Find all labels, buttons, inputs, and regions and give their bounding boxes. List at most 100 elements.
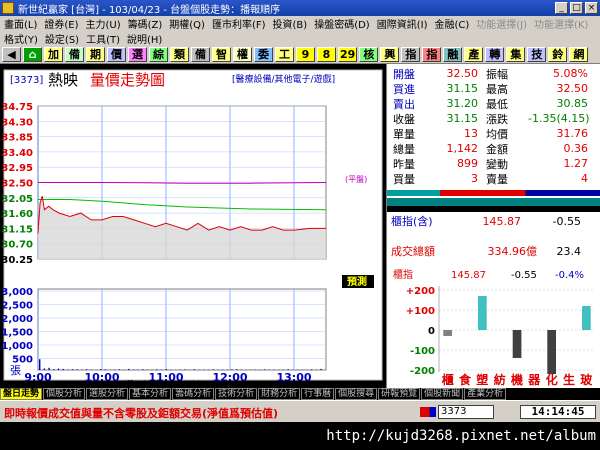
menu-item[interactable]: 說明(H) [127, 31, 162, 46]
bottom-tab[interactable]: 選股分析 [86, 388, 129, 400]
toolbar-button[interactable]: 權 [233, 47, 252, 62]
bottom-tab[interactable]: 個股分析 [43, 388, 86, 400]
maximize-button[interactable]: □ [570, 2, 583, 14]
sector-name[interactable]: 塑 [476, 372, 488, 387]
volume-bar [100, 369, 102, 370]
minimize-button[interactable]: _ [555, 2, 568, 14]
toolbar-button[interactable]: 備 [191, 47, 210, 62]
sector-name[interactable]: 生 [563, 372, 575, 387]
quote-label: 開盤 [393, 67, 415, 81]
menu-item[interactable]: 工具(T) [86, 31, 120, 46]
price-tick-label: 34.75 [1, 102, 33, 113]
bottom-tab[interactable]: 盤日走勢 [0, 388, 43, 400]
turnover-label: 成交總額 [391, 245, 435, 258]
toolbar-button[interactable]: 鈴 [548, 47, 568, 62]
bottom-tab[interactable]: 研報預覽 [378, 388, 421, 400]
bottom-tab[interactable]: 個股新聞 [421, 388, 464, 400]
quote-label: 最低 [486, 97, 508, 111]
stock-code-input[interactable]: 3373 [438, 405, 494, 419]
quote-value: 32.50 [446, 67, 479, 80]
sector-name[interactable]: 櫃 [442, 372, 454, 387]
toolbar-button[interactable]: 技 [527, 47, 547, 62]
quote-value: 31.15 [446, 112, 479, 125]
quote-value: 32.50 [556, 82, 589, 95]
menu-item[interactable]: 畫面(L) [4, 16, 37, 31]
menu-item[interactable]: 證券(E) [44, 16, 78, 31]
toolbar-button[interactable]: 委 [254, 47, 273, 62]
bottom-tab[interactable]: 籌碼分析 [172, 388, 215, 400]
toolbar-button[interactable]: 融 [443, 47, 463, 62]
toolbar-button[interactable]: 工 [275, 47, 294, 62]
menu-item[interactable]: 國際資訊(I) [377, 16, 428, 31]
bottom-tab[interactable]: 財務分析 [258, 388, 301, 400]
close-button[interactable]: × [585, 2, 598, 14]
toolbar-button[interactable]: 產 [464, 47, 484, 62]
bottom-tab[interactable]: 行事曆 [301, 388, 335, 400]
toolbar-button[interactable]: 類 [170, 47, 189, 62]
stock-name: 熱映 [48, 71, 78, 89]
toolbar-button[interactable]: 29 [338, 47, 358, 62]
toolbar-button[interactable]: 興 [380, 47, 400, 62]
toolbar-button[interactable]: 網 [569, 47, 589, 62]
toolbar-button[interactable]: 綜 [149, 47, 168, 62]
menu-item[interactable]: 設定(S) [45, 31, 79, 46]
menu-item[interactable]: 投資(B) [273, 16, 308, 31]
menu-item[interactable]: 格式(Y) [4, 31, 38, 46]
back-icon[interactable]: ◀ [2, 47, 21, 62]
sector-tick-label: -200 [410, 366, 435, 377]
menu-item[interactable]: 匯市利率(F) [212, 16, 266, 31]
menu-item[interactable]: 籌碼(Z) [128, 16, 163, 31]
sector-name[interactable]: 玻 [580, 372, 593, 387]
sector-bar [582, 306, 591, 330]
sector-name[interactable]: 機 [511, 372, 523, 387]
toolbar-button[interactable]: 加 [44, 47, 63, 62]
price-tick-label: 31.60 [1, 209, 33, 220]
sector-chart[interactable]: 櫃指 145.87 -0.55 -0.4% +200+1000-100-200 … [387, 266, 599, 393]
sector-name[interactable]: 紡 [494, 372, 506, 387]
sector-bar [512, 330, 522, 358]
toolbar-button[interactable]: 指 [422, 47, 442, 62]
app-icon [2, 2, 14, 14]
sector-name[interactable]: 器 [527, 373, 541, 387]
quote-label: 昨量 [393, 157, 415, 171]
toolbar-button[interactable]: 集 [506, 47, 526, 62]
toolbar-button[interactable]: 指 [401, 47, 421, 62]
menu-item[interactable]: 期權(Q) [169, 16, 205, 31]
quick-toolbar: ◀ ⌂ 加備期價選綜類備智權委工 9 8 29 核興指指融產轉集技鈴網 [0, 46, 600, 64]
toolbar-button[interactable]: 備 [65, 47, 84, 62]
bottom-tab[interactable]: 產業分析 [464, 388, 507, 400]
price-tick-label: 30.25 [1, 255, 33, 266]
sector-name[interactable]: 化 [546, 372, 558, 387]
bottom-tab[interactable]: 個股搜尋 [335, 388, 378, 400]
toolbar-button[interactable]: 8 [317, 47, 336, 62]
menu-item[interactable]: 功能選擇(K) [534, 16, 588, 31]
volume-tick-label: 1,500 [1, 328, 33, 339]
sector-name[interactable]: 食 [458, 372, 472, 387]
volume-bar [320, 368, 322, 370]
volume-unit: 張 [10, 364, 21, 377]
quote-row: 開盤 32.50 振幅 5.08% [393, 66, 596, 81]
bottom-tab[interactable]: 技術分析 [215, 388, 258, 400]
menu-item[interactable]: 操盤密碼(D) [314, 16, 370, 31]
toolbar-button[interactable]: 轉 [485, 47, 505, 62]
menu-item[interactable]: 功能選擇(J) [476, 16, 527, 31]
volume-bar [179, 369, 182, 370]
toolbar-button[interactable]: 期 [86, 47, 105, 62]
toolbar-button[interactable]: 9 [296, 47, 315, 62]
volume-bar [39, 359, 41, 370]
price-volume-chart[interactable]: [3373] 熱映 量價走勢圖 [醫療設備/其他電子/遊戲] 34.75 34.3… [0, 64, 386, 388]
toolbar-button[interactable]: 價 [107, 47, 126, 62]
home-icon[interactable]: ⌂ [23, 47, 42, 62]
toolbar-button[interactable]: 智 [212, 47, 231, 62]
volume-bar [221, 369, 224, 370]
volume-bar [310, 369, 313, 370]
quote-value: 1,142 [446, 142, 479, 155]
volume-bar [264, 369, 266, 370]
quote-label: 振幅 [486, 67, 508, 81]
forecast-button[interactable]: 預測 [347, 275, 367, 288]
menu-item[interactable]: 主力(U) [86, 16, 121, 31]
toolbar-button[interactable]: 核 [359, 47, 379, 62]
menu-item[interactable]: 金融(C) [434, 16, 469, 31]
toolbar-button[interactable]: 選 [128, 47, 147, 62]
bottom-tab[interactable]: 基本分析 [129, 388, 172, 400]
